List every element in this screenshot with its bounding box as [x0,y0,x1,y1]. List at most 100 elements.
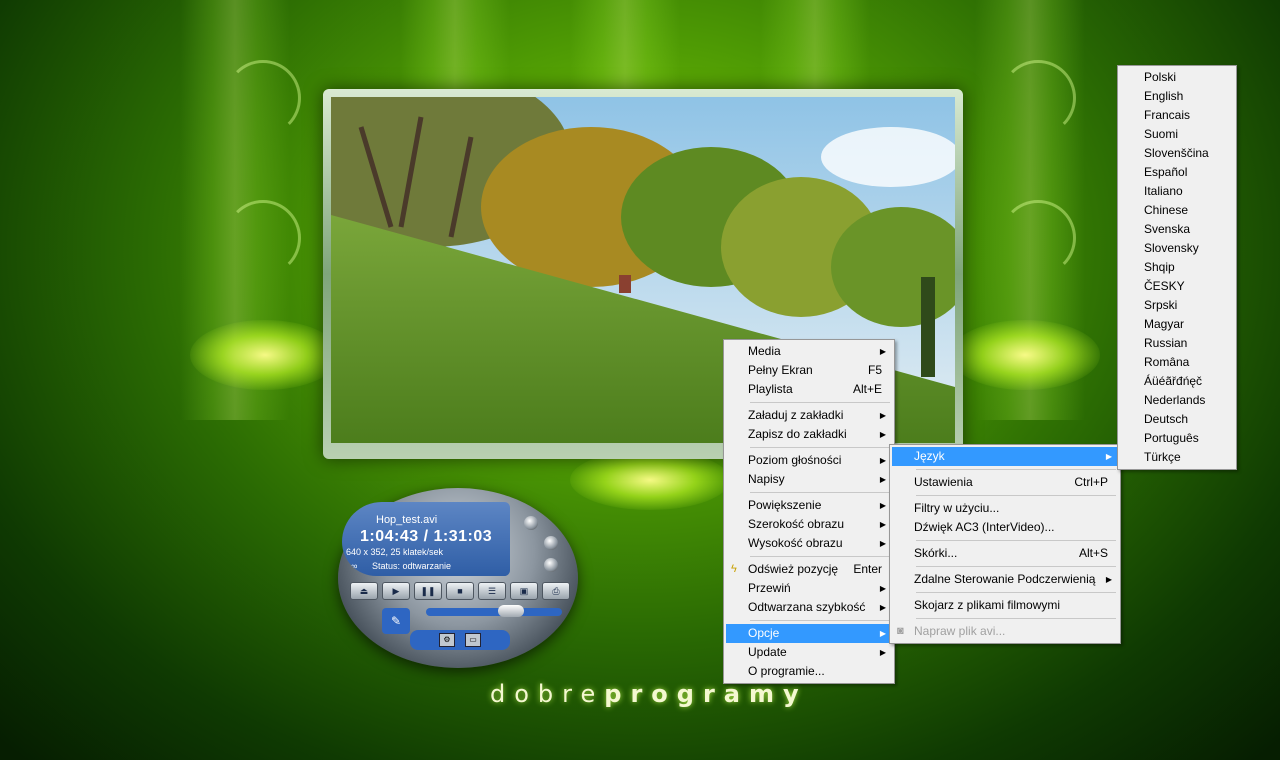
menu-item-ac3[interactable]: Dźwięk AC3 (InterVideo)... [892,518,1118,537]
stop-button[interactable]: ■ [446,582,474,600]
menu-item-playlist[interactable]: Playlista Alt+E [726,380,892,399]
decorative-swirl [1000,60,1076,136]
menu-item-options[interactable]: Opcje ▶ [726,624,892,643]
language-label: Magyar [1144,317,1185,331]
menu-item-update[interactable]: Update ▶ [726,643,892,662]
context-menu: Media ▶ Pełny Ekran F5 Playlista Alt+E Zała… [723,339,895,684]
pause-button[interactable]: ❚❚ [414,582,442,600]
transport-buttons: ⏏ ▶ ❚❚ ■ ☰ ▣ ⎙ [350,582,570,600]
menu-separator [916,592,1116,593]
menu-item-media[interactable]: Media ▶ [726,342,892,361]
fullscreen-button[interactable]: ▣ [510,582,538,600]
language-item[interactable]: Español [1120,163,1234,182]
language-item[interactable]: Deutsch [1120,410,1234,429]
notes-icon[interactable]: ✎ [382,608,410,634]
bottom-controls: ⚙ ▭ [410,630,510,650]
menu-separator [916,566,1116,567]
menu-separator [916,540,1116,541]
menu-item-about[interactable]: O programie... [726,662,892,681]
language-item[interactable]: Slovenščina [1120,144,1234,163]
language-item[interactable]: Magyar [1120,315,1234,334]
language-item[interactable]: Chinese [1120,201,1234,220]
window-icon[interactable]: ▭ [465,633,481,647]
menu-item-subtitles[interactable]: Napisy ▶ [726,470,892,489]
playlist-button[interactable]: ☰ [478,582,506,600]
menu-separator [750,620,890,621]
language-item[interactable]: Italiano [1120,182,1234,201]
submenu-arrow-icon: ▶ [879,629,886,638]
language-item[interactable]: Suomi [1120,125,1234,144]
menu-item-filters[interactable]: Filtry w użyciu... [892,499,1118,518]
language-label: Russian [1144,336,1188,350]
submenu-arrow-icon: ▶ [879,584,886,593]
language-label: Türkçe [1144,450,1181,464]
camera-icon: ◙ [897,625,904,637]
language-item[interactable]: Francais [1120,106,1234,125]
menu-item-infrared[interactable]: Zdalne Sterowanie Podczerwienią ▶ [892,570,1118,589]
language-item[interactable]: Russian [1120,334,1234,353]
menu-item-language[interactable]: Język ▶ [892,447,1118,466]
menu-item-seek[interactable]: Przewiń ▶ [726,579,892,598]
language-item[interactable]: English [1120,87,1234,106]
minimize-knob[interactable] [524,516,538,530]
language-item[interactable]: ČESKY [1120,277,1234,296]
menu-separator [916,495,1116,496]
submenu-arrow-icon: ▶ [879,648,886,657]
language-label: English [1144,89,1184,103]
menu-item-associate[interactable]: Skojarz z plikami filmowymi [892,596,1118,615]
seek-bar[interactable] [426,605,562,617]
menu-item-refresh[interactable]: ϟ Odśwież pozycję Enter [726,560,892,579]
language-item[interactable]: Svenska [1120,220,1234,239]
menu-item-save-bookmark[interactable]: Zapisz do zakładki ▶ [726,425,892,444]
play-button[interactable]: ▶ [382,582,410,600]
language-item[interactable]: Slovensky [1120,239,1234,258]
screenshot-button[interactable]: ⎙ [542,582,570,600]
eject-button[interactable]: ⏏ [350,582,378,600]
language-label: Chinese [1144,203,1189,217]
menu-item-fullscreen[interactable]: Pełny Ekran F5 [726,361,892,380]
decorative-swirl [1000,200,1076,276]
status-label: Status: odtwarzanie [372,561,452,571]
language-item[interactable]: Áüéãřđńęč [1120,372,1234,391]
language-label: Polski [1144,70,1177,84]
menu-item-width[interactable]: Szerokość obrazu ▶ [726,515,892,534]
language-item[interactable]: Polski [1120,68,1234,87]
language-label: Nederlands [1144,393,1206,407]
settings-knob[interactable] [544,558,558,572]
submenu-arrow-icon: ▶ [1105,452,1112,461]
language-item[interactable]: Shqip [1120,258,1234,277]
submenu-arrow-icon: ▶ [1105,575,1112,584]
menu-separator [750,447,890,448]
language-label: Româna [1144,355,1190,369]
menu-separator [916,469,1116,470]
menu-item-height[interactable]: Wysokość obrazu ▶ [726,534,892,553]
language-item[interactable]: Româna [1120,353,1234,372]
decorative-swirl [225,60,301,136]
menu-item-skins[interactable]: Skórki... Alt+S [892,544,1118,563]
lightning-icon: ϟ [731,563,737,575]
close-knob[interactable] [544,536,558,550]
seek-thumb[interactable] [498,605,524,617]
language-label: Deutsch [1144,412,1189,426]
language-label: Francais [1144,108,1191,122]
submenu-arrow-icon: ▶ [879,411,886,420]
menu-item-settings[interactable]: Ustawienia Ctrl+P [892,473,1118,492]
language-item[interactable]: Português [1120,429,1234,448]
gear-icon[interactable]: ⚙ [439,633,455,647]
menu-item-volume[interactable]: Poziom głośności ▶ [726,451,892,470]
menu-item-speed[interactable]: Odtwarzana szybkość ▶ [726,598,892,617]
language-label: ČESKY [1144,279,1185,293]
time-display: 1:04:43 / 1:31:03 [360,528,493,545]
menu-item-load-bookmark[interactable]: Załaduj z zakładki ▶ [726,406,892,425]
submenu-arrow-icon: ▶ [879,520,886,529]
language-label: Slovensky [1144,241,1199,255]
filename-label: Hop_test.avi [376,514,438,526]
menu-item-zoom[interactable]: Powiększenie ▶ [726,496,892,515]
language-label: Áüéãřđńęč [1144,374,1203,388]
dobreprogramy-logo: dobreprogramy [490,680,808,708]
language-item[interactable]: Srpski [1120,296,1234,315]
language-item[interactable]: Türkçe [1120,448,1234,467]
language-item[interactable]: Nederlands [1120,391,1234,410]
media-player: Hop_test.avi 1:04:43 / 1:31:03 640 x 352… [338,488,578,668]
submenu-arrow-icon: ▶ [879,603,886,612]
